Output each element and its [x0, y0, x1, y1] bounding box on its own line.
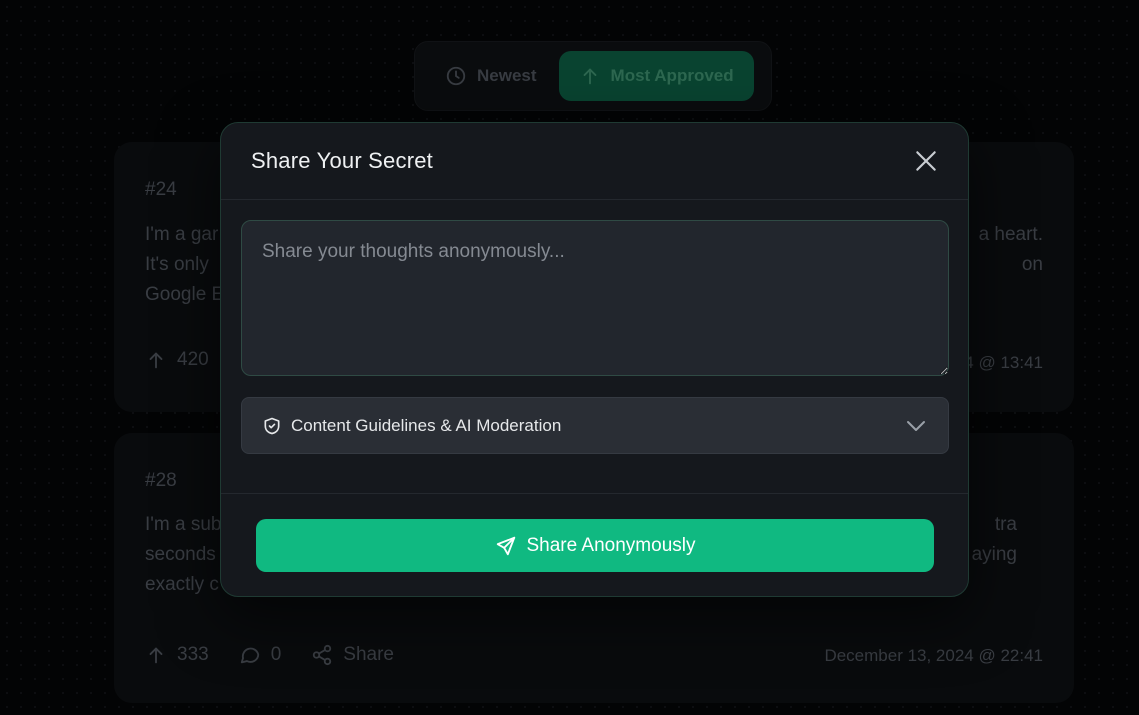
secret-textarea[interactable]: [241, 220, 949, 376]
modal-header: Share Your Secret: [221, 123, 968, 200]
guidelines-label: Content Guidelines & AI Moderation: [291, 415, 562, 435]
share-anonymously-label: Share Anonymously: [526, 534, 696, 556]
share-secret-modal: Share Your Secret Content Guidelines & A…: [220, 122, 969, 597]
close-icon: [916, 151, 936, 171]
modal-title: Share Your Secret: [251, 148, 433, 173]
close-button[interactable]: [912, 147, 940, 175]
chevron-down-icon: [907, 420, 925, 431]
modal-footer: Share Anonymously: [221, 494, 968, 572]
shield-check-icon: [264, 417, 280, 434]
guidelines-accordion[interactable]: Content Guidelines & AI Moderation: [241, 397, 949, 454]
modal-body: Content Guidelines & AI Moderation: [221, 200, 968, 494]
send-icon: [496, 536, 515, 555]
share-anonymously-button[interactable]: Share Anonymously: [256, 519, 934, 572]
